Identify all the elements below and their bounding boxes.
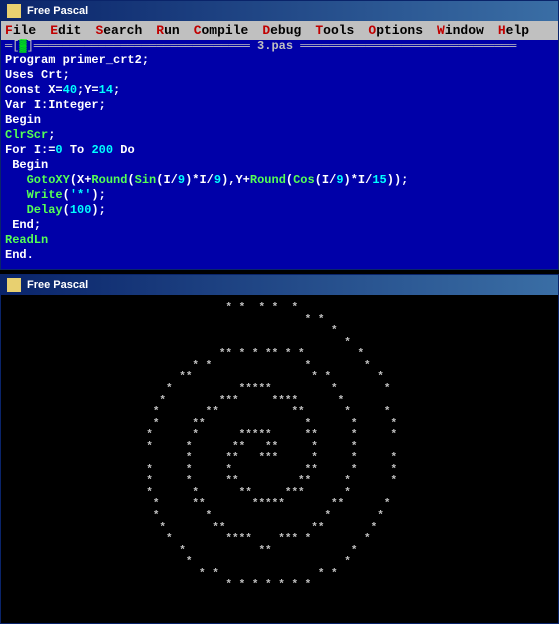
console-window: Free Pascal * * * * * * * * (0, 274, 559, 624)
menubar: File Edit Search Run Compile Debug Tools Option… (1, 21, 558, 40)
menu-item-tools[interactable]: Tools (315, 23, 354, 38)
menu-item-edit[interactable]: Edit (50, 23, 81, 38)
menu-item-run[interactable]: Run (156, 23, 179, 38)
editor-filename: 3.pas (257, 39, 293, 53)
console-titlebar[interactable]: Free Pascal (1, 275, 558, 295)
editor-frame: ═[▓]══════════════════════════════ 3.pas… (1, 40, 558, 269)
menu-item-file[interactable]: File (5, 23, 36, 38)
menu-item-compile[interactable]: Compile (194, 23, 249, 38)
menu-item-search[interactable]: Search (95, 23, 142, 38)
editor-window: Free Pascal File Edit Search Run Compile Debu… (0, 0, 559, 270)
console-title: Free Pascal (27, 279, 88, 291)
frame-modified-mark: ▓ (19, 39, 26, 53)
app-icon (7, 4, 21, 18)
menu-item-debug[interactable]: Debug (262, 23, 301, 38)
menu-item-help[interactable]: Help (498, 23, 529, 38)
code-area[interactable]: Program primer_crt2;Uses Crt;Const X=40;… (5, 53, 554, 263)
editor-titlebar[interactable]: Free Pascal (1, 1, 558, 21)
frame-top: ═[▓]══════════════════════════════ 3.pas… (5, 40, 554, 53)
menu-item-window[interactable]: Window (437, 23, 484, 38)
editor-title: Free Pascal (27, 5, 88, 17)
menu-item-options[interactable]: Options (368, 23, 423, 38)
app-icon (7, 278, 21, 292)
console-output: * * * * * * * * * (1, 295, 558, 623)
